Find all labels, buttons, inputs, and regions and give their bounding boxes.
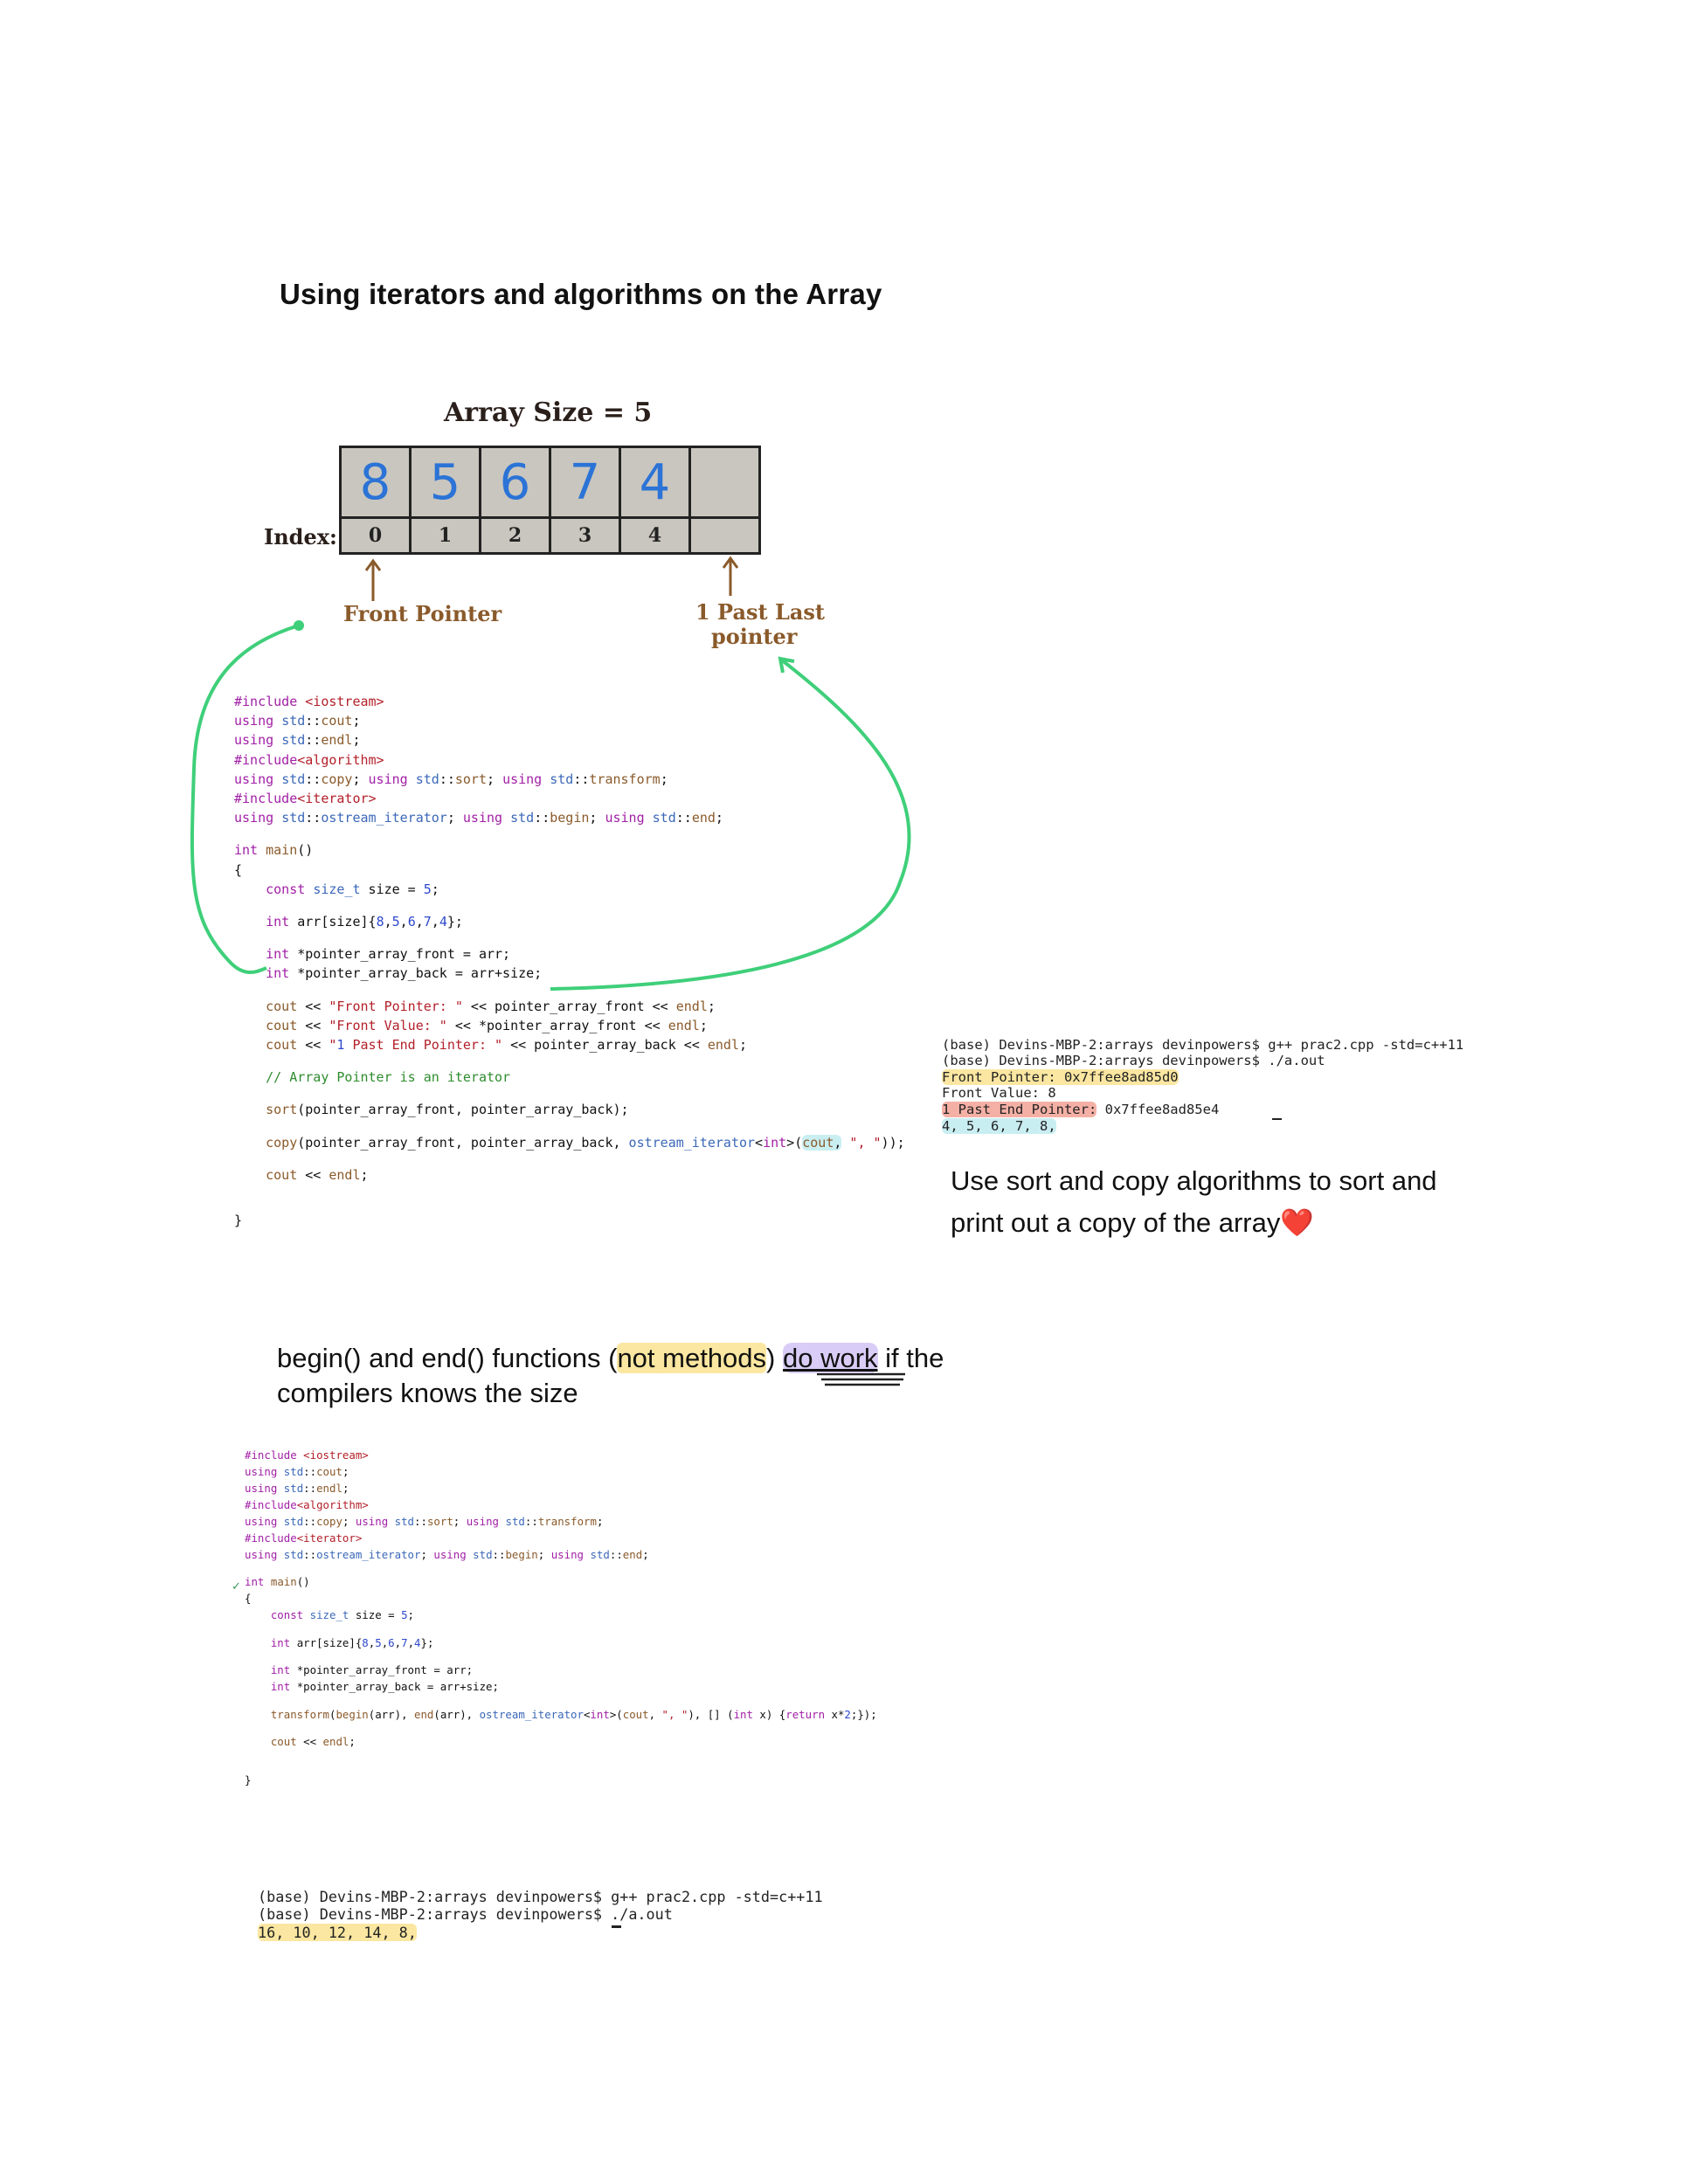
green-dot-icon xyxy=(294,620,304,631)
code-line: transform(begin(arr), end(arr), ostream_… xyxy=(270,1707,877,1721)
code-line: using std::endl; xyxy=(245,1482,349,1495)
checkmark-icon: ✓ xyxy=(232,1579,241,1593)
code-block-1: #include <iostream>using std::cout;using… xyxy=(234,692,905,1230)
code-line: // Array Pointer is an iterator xyxy=(234,1069,511,1086)
code-line: int main() xyxy=(234,842,314,859)
terminal-line: 16, 10, 12, 14, 8, xyxy=(258,1923,823,1942)
terminal-line: (base) Devins-MBP-2:arrays devinpowers$ … xyxy=(258,1887,823,1905)
code-line: int *pointer_array_front = arr; xyxy=(270,1663,474,1677)
terminal-line: Front Value: 8 xyxy=(942,1085,1056,1102)
code-line: #include<algorithm> xyxy=(245,1498,369,1511)
code-line: using std::ostream_iterator; using std::… xyxy=(234,810,723,826)
transform-output: 16, 10, 12, 14, 8, xyxy=(258,1923,417,1941)
code-line: } xyxy=(245,1773,252,1787)
note-sort-copy-text: Use sort and copy algorithms to sort and… xyxy=(951,1165,1437,1238)
code-line: cout << endl; xyxy=(266,1166,369,1183)
past-end-output-label: 1 Past End Pointer: xyxy=(942,1101,1097,1117)
code-line: #include <iostream> xyxy=(234,694,384,709)
code-line: cout << "Front Value: " << *pointer_arra… xyxy=(266,1017,708,1033)
note-text: begin() and end() functions ( xyxy=(277,1343,618,1373)
code-line: sort(pointer_array_front, pointer_array_… xyxy=(266,1102,629,1118)
front-pointer-arrow-icon xyxy=(364,558,382,601)
terminal-line: 1 Past End Pointer: 0x7ffee8ad85e4 xyxy=(942,1101,1463,1118)
past-end-output-value: 0x7ffee8ad85e4 xyxy=(1097,1101,1220,1117)
past-end-pointer-arrow-icon xyxy=(722,556,739,596)
code-line: int main() xyxy=(245,1575,310,1589)
terminal-line: 4, 5, 6, 7, 8, xyxy=(942,1117,1463,1135)
note-sort-copy: Use sort and copy algorithms to sort and… xyxy=(951,1160,1475,1244)
terminal-line: (base) Devins-MBP-2:arrays devinpowers$ … xyxy=(258,1905,673,1924)
code-line: using std::cout; xyxy=(234,713,361,729)
code-line: #include<iterator> xyxy=(234,791,377,807)
code-line: const size_t size = 5; xyxy=(270,1608,415,1622)
code-line: #include<algorithm> xyxy=(234,751,384,768)
code-line: #include<iterator> xyxy=(245,1531,363,1545)
terminal-cursor xyxy=(1272,1118,1282,1120)
code-line: cout << endl; xyxy=(270,1734,356,1748)
code-block-2: #include <iostream>using std::cout;using… xyxy=(245,1447,877,1788)
note-highlight-do-work: do work xyxy=(782,1343,878,1373)
code-line: { xyxy=(234,861,243,878)
code-line: copy(pointer_array_front, pointer_array_… xyxy=(266,1134,905,1151)
code-line: int arr[size]{8,5,6,7,4}; xyxy=(266,914,463,930)
terminal-line: (base) Devins-MBP-2:arrays devinpowers$ … xyxy=(942,1053,1325,1069)
terminal-line: (base) Devins-MBP-2:arrays devinpowers$ … xyxy=(942,1036,1464,1053)
code-line: int *pointer_array_front = arr; xyxy=(266,946,511,963)
code-line: using std::ostream_iterator; using std::… xyxy=(245,1548,649,1561)
code-line: cout << "1 Past End Pointer: " << pointe… xyxy=(266,1037,748,1054)
sorted-output: 4, 5, 6, 7, 8, xyxy=(942,1117,1056,1134)
terminal-cursor xyxy=(612,1925,621,1928)
terminal-output-2: (base) Devins-MBP-2:arrays devinpowers$ … xyxy=(258,1870,823,1959)
code-line: using std::cout; xyxy=(245,1465,349,1478)
code-line: #include <iostream> xyxy=(245,1448,369,1462)
code-line: int *pointer_array_back = arr+size; xyxy=(266,965,543,982)
code-line: const size_t size = 5; xyxy=(266,881,439,897)
note-text: ) xyxy=(766,1343,783,1373)
code-line: { xyxy=(245,1592,252,1606)
code-line: int arr[size]{8,5,6,7,4}; xyxy=(270,1635,434,1649)
code-line: cout << "Front Pointer: " << pointer_arr… xyxy=(266,998,716,1014)
terminal-output-1: (base) Devins-MBP-2:arrays devinpowers$ … xyxy=(942,1020,1463,1151)
code-line: using std::copy; using std::sort; using … xyxy=(245,1515,604,1528)
code-line: int *pointer_array_back = arr+size; xyxy=(270,1680,499,1694)
terminal-line: Front Pointer: 0x7ffee8ad85d0 xyxy=(942,1068,1463,1086)
code-line: using std::endl; xyxy=(234,732,361,749)
code-line: using std::copy; using std::sort; using … xyxy=(234,771,668,787)
heart-icon: ❤️ xyxy=(1280,1207,1314,1238)
code-line: } xyxy=(234,1213,243,1229)
front-pointer-output: Front Pointer: 0x7ffee8ad85d0 xyxy=(942,1068,1179,1085)
note-begin-end: begin() and end() functions (not methods… xyxy=(277,1341,993,1411)
note-highlight-not-methods: not methods xyxy=(617,1343,767,1373)
